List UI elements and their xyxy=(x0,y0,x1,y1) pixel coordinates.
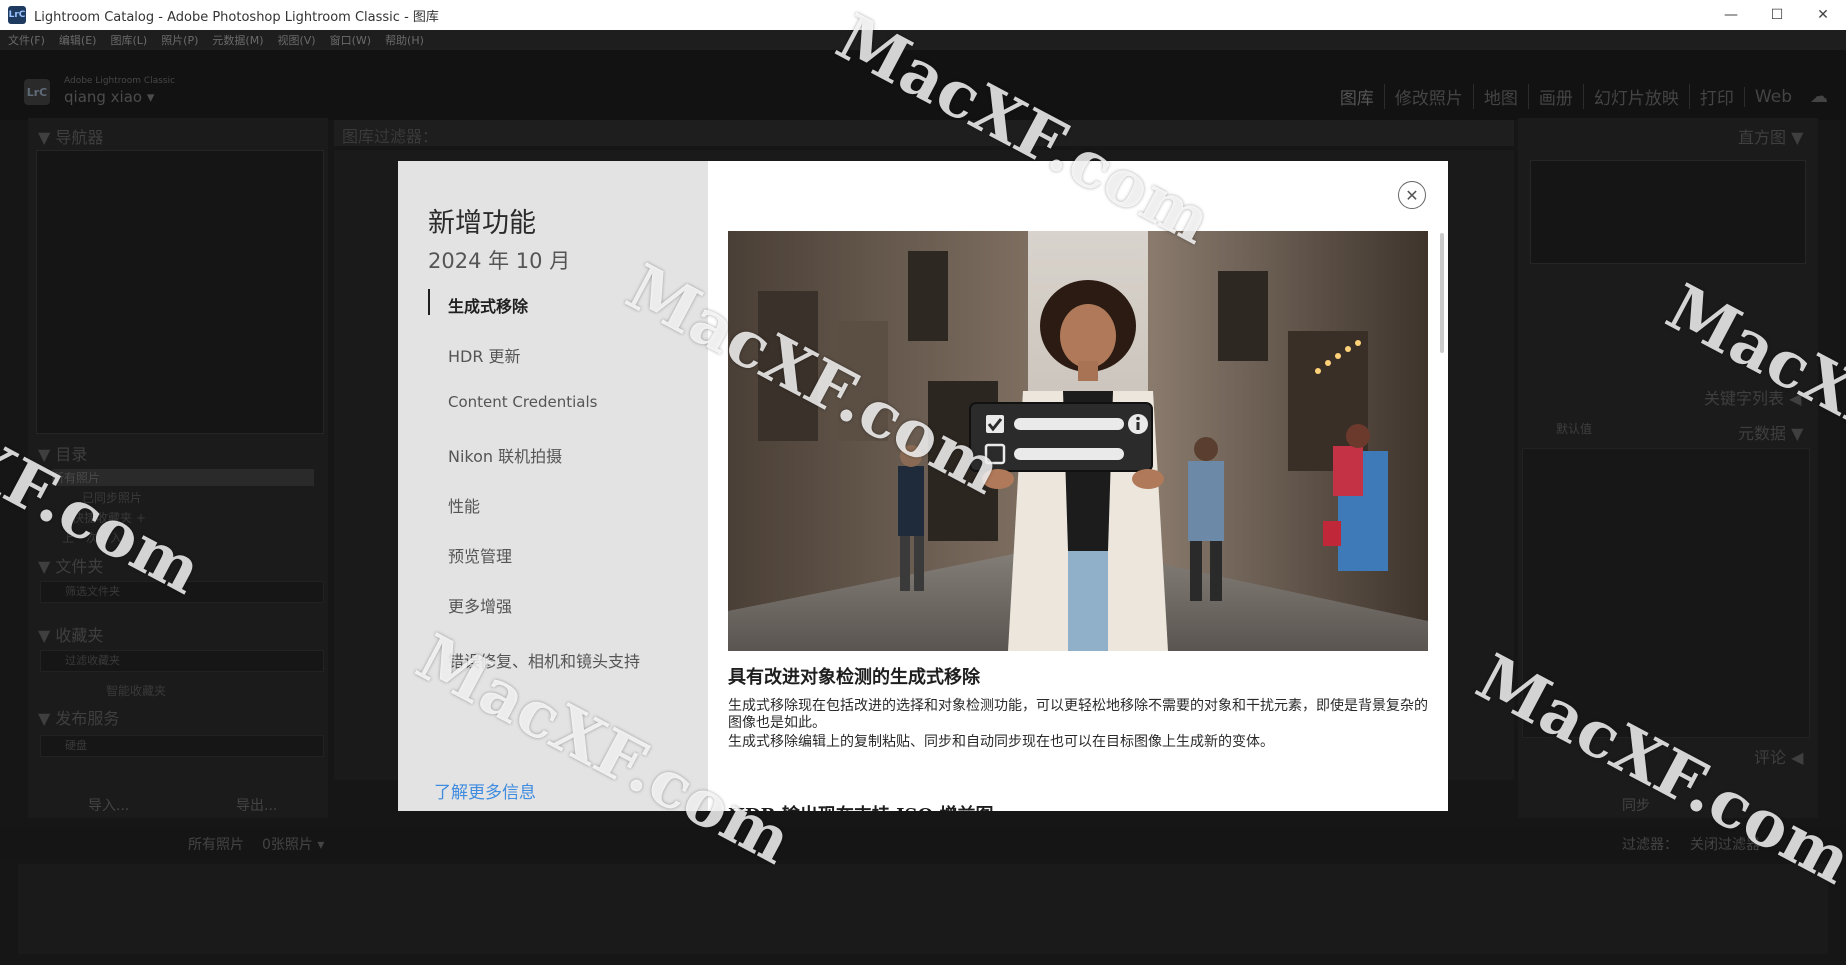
nav-hdr-update[interactable]: HDR 更新 xyxy=(448,343,521,367)
module-book[interactable]: 画册 xyxy=(1527,84,1583,109)
publish-label: 发布服务 xyxy=(55,709,120,728)
article-paragraph-1: 生成式移除现在包括改进的选择和对象检测功能，可以更轻松地移除不需要的对象和干扰元… xyxy=(728,698,1428,731)
export-button[interactable]: 导出... xyxy=(236,795,277,815)
comments-header[interactable]: 评论 ◀ xyxy=(1754,744,1803,767)
nav-performance[interactable]: 性能 xyxy=(448,493,480,517)
metadata-header[interactable]: 元数据 ▼ xyxy=(1738,420,1803,443)
catalog-label: 目录 xyxy=(55,445,88,464)
dialog-title: 新增功能 xyxy=(428,208,536,239)
publish-header[interactable]: ▼ 发布服务 xyxy=(38,705,120,728)
filmstrip xyxy=(18,864,1828,954)
article-paragraph-2: 生成式移除编辑上的复制粘贴、同步和自动同步现在也可以在目标图像上生成新的变体。 xyxy=(728,734,1274,750)
catalog-item-quick[interactable]: 快捷收藏夹 + xyxy=(72,509,146,526)
nav-generative-remove[interactable]: 生成式移除 xyxy=(448,293,528,317)
module-web[interactable]: Web xyxy=(1743,86,1802,107)
library-filter-bar: 图库过滤器： xyxy=(334,120,1514,146)
menu-view[interactable]: 视图(V) xyxy=(277,32,315,48)
whats-new-dialog: 新增功能 2024 年 10 月 生成式移除 HDR 更新 Content Cr… xyxy=(398,161,1448,811)
navigator-label: 导航器 xyxy=(55,128,104,147)
module-map[interactable]: 地图 xyxy=(1472,84,1528,109)
app-name: Adobe Lightroom Classic xyxy=(64,76,176,86)
navigator-preview xyxy=(36,150,324,434)
release-date: 2024 年 10 月 xyxy=(428,249,571,273)
catalog-item-last-import[interactable]: 上一次导入 xyxy=(62,529,122,546)
comments-label: 评论 xyxy=(1754,748,1787,767)
lightroom-window: LrC Lightroom Catalog - Adobe Photoshop … xyxy=(0,0,1846,965)
catalog-header[interactable]: ▼ 目录 xyxy=(38,441,88,464)
menu-window[interactable]: 窗口(W) xyxy=(330,32,371,48)
histogram-display xyxy=(1530,160,1806,264)
menu-metadata[interactable]: 元数据(M) xyxy=(212,32,263,48)
menu-photo[interactable]: 照片(P) xyxy=(161,32,198,48)
catalog-item-all-photos[interactable]: 所有照片 xyxy=(52,469,314,486)
title-bar: LrC Lightroom Catalog - Adobe Photoshop … xyxy=(0,0,1846,30)
catalog-item-label: 快捷收藏夹 + xyxy=(72,511,146,525)
feature-hero-image xyxy=(728,231,1428,651)
sync-button[interactable]: 同步 xyxy=(1622,795,1650,815)
keywords-label: 关键字列表 xyxy=(1704,389,1785,408)
learn-more-link[interactable]: 了解更多信息 xyxy=(434,778,536,803)
menu-bar: 文件(F) 编辑(E) 图库(L) 照片(P) 元数据(M) 视图(V) 窗口(… xyxy=(0,30,1846,50)
whats-new-sidebar: 新增功能 2024 年 10 月 生成式移除 HDR 更新 Content Cr… xyxy=(398,161,708,811)
import-button[interactable]: 导入... xyxy=(88,795,129,815)
collections-header[interactable]: ▼ 收藏夹 xyxy=(38,622,104,645)
menu-help[interactable]: 帮助(H) xyxy=(385,32,424,48)
menu-edit[interactable]: 编辑(E) xyxy=(59,32,97,48)
folders-filter-input[interactable]: 筛选文件夹 xyxy=(40,581,324,603)
filter-select[interactable]: 关闭过滤器 xyxy=(1690,834,1760,854)
active-item-marker xyxy=(428,289,430,315)
nav-content-credentials[interactable]: Content Credentials xyxy=(448,393,597,411)
window-title: Lightroom Catalog - Adobe Photoshop Ligh… xyxy=(34,9,439,25)
metadata-label: 元数据 xyxy=(1738,424,1787,443)
catalog-item-label: 上一次导入 xyxy=(62,531,123,545)
lrc-logo: LrC xyxy=(24,79,50,105)
article-heading-2: HDR 输出现在支持 ISO 增益图 xyxy=(728,801,993,811)
close-icon: ✕ xyxy=(1405,185,1419,205)
publish-hard-drive[interactable]: 硬盘 xyxy=(40,735,324,757)
metadata-area xyxy=(1522,448,1810,738)
minimize-button[interactable]: — xyxy=(1708,0,1754,30)
folders-label: 文件夹 xyxy=(55,557,104,576)
catalog-item-label: 所有照片 xyxy=(52,471,101,485)
filter-label: 过滤器： xyxy=(1622,837,1678,853)
article-heading: 具有改进对象检测的生成式移除 xyxy=(728,667,980,688)
nav-nikon-tether[interactable]: Nikon 联机拍摄 xyxy=(448,443,562,467)
maximize-button[interactable]: ☐ xyxy=(1754,0,1800,30)
module-print[interactable]: 打印 xyxy=(1688,84,1744,109)
content-scrollbar[interactable] xyxy=(1440,233,1444,353)
histogram-label: 直方图 xyxy=(1738,128,1787,147)
cloud-icon[interactable]: ☁ xyxy=(1810,86,1828,107)
smart-collections-item[interactable]: 智能收藏夹 xyxy=(106,682,166,699)
nav-bug-fixes[interactable]: 错误修复、相机和镜头支持 xyxy=(448,648,640,672)
close-dialog-button[interactable]: ✕ xyxy=(1398,181,1426,209)
metadata-preset[interactable]: 默认值 xyxy=(1556,420,1592,442)
photo-count[interactable]: 0张照片 ▾ xyxy=(262,834,324,854)
histogram-header[interactable]: 直方图 ▼ xyxy=(1738,124,1803,147)
menu-library[interactable]: 图库(L) xyxy=(110,32,147,48)
library-filter-label: 图库过滤器： xyxy=(342,127,439,146)
module-slideshow[interactable]: 幻灯片放映 xyxy=(1582,84,1689,109)
close-window-button[interactable]: ✕ xyxy=(1800,0,1846,30)
module-picker: 图库 修改照片 地图 画册 幻灯片放映 打印 Web ☁ xyxy=(1330,84,1828,109)
nav-preview-management[interactable]: 预览管理 xyxy=(448,543,512,567)
catalog-item-synced[interactable]: 已同步照片 xyxy=(82,489,142,506)
collections-filter-input[interactable]: 过滤收藏夹 xyxy=(40,650,324,672)
module-develop[interactable]: 修改照片 xyxy=(1383,84,1473,109)
source-all-photos[interactable]: 所有照片 xyxy=(188,834,244,854)
module-library[interactable]: 图库 xyxy=(1330,84,1384,109)
folders-header[interactable]: ▼ 文件夹 xyxy=(38,553,104,576)
menu-file[interactable]: 文件(F) xyxy=(8,32,45,48)
app-icon: LrC xyxy=(8,6,26,24)
navigator-header[interactable]: ▼ 导航器 xyxy=(38,124,104,147)
nav-more-enhancements[interactable]: 更多增强 xyxy=(448,593,512,617)
user-name[interactable]: qiang xiao ▾ xyxy=(64,88,154,106)
collections-label: 收藏夹 xyxy=(55,626,104,645)
catalog-item-label: 已同步照片 xyxy=(82,491,143,505)
keywords-header[interactable]: 关键字列表 ◀ xyxy=(1704,385,1801,408)
